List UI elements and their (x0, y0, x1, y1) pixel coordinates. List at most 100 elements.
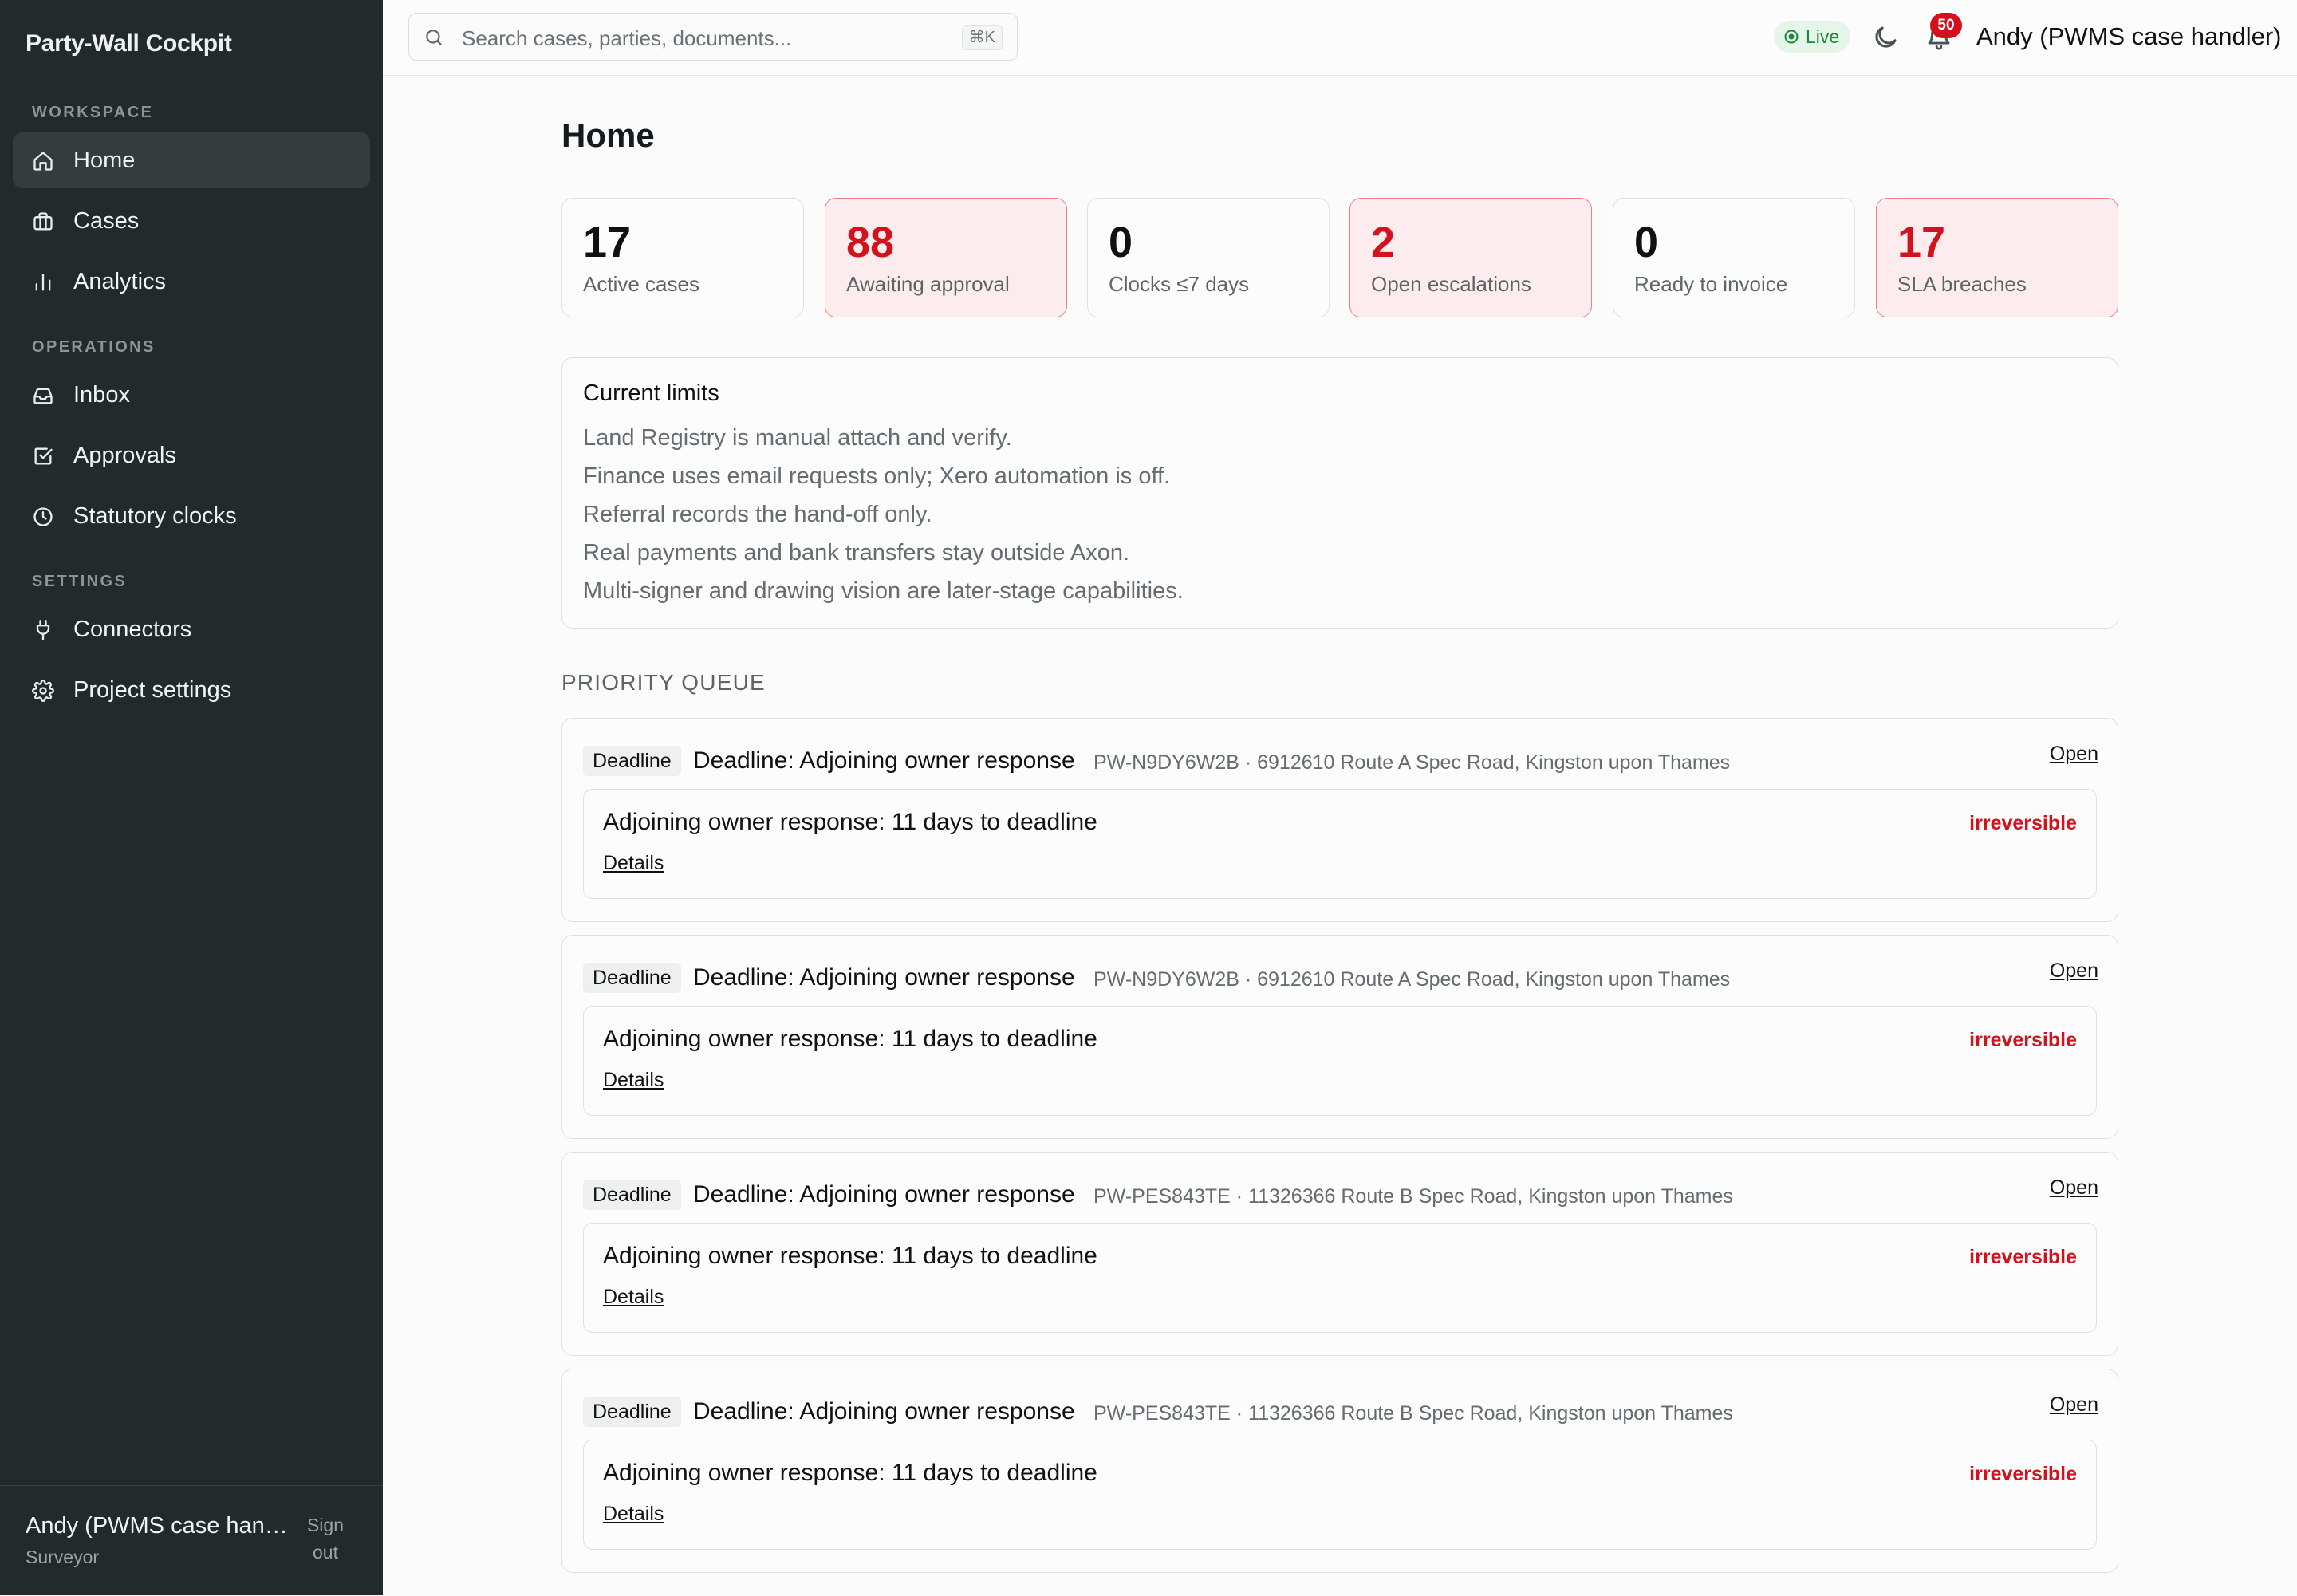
user-menu[interactable]: Andy (PWMS case handler) (1976, 22, 2281, 51)
stat-value: 88 (846, 219, 895, 266)
briefcase-icon (33, 212, 53, 231)
sidebar-item-label: Inbox (73, 381, 130, 408)
limit-line: Referral records the hand-off only. (583, 502, 932, 527)
check-square-icon (34, 447, 53, 465)
section-label-settings: SETTINGS (32, 573, 128, 590)
stat-label: SLA breaches (1897, 272, 2027, 296)
sidebar-item-analytics[interactable]: Analytics (13, 254, 370, 309)
inbox-icon (33, 388, 53, 404)
moon-icon[interactable] (1871, 23, 1900, 52)
sidebar-item-project-settings[interactable]: Project settings (13, 662, 370, 718)
queue-item-tag: Deadline (583, 746, 681, 776)
stat-label: Ready to invoice (1634, 272, 1788, 296)
sidebar-item-inbox[interactable]: Inbox (13, 367, 370, 423)
sign-out-button[interactable]: Sign out (297, 1511, 354, 1566)
app-brand: Party-Wall Cockpit (26, 30, 232, 57)
footer-user-name: Andy (PWMS case handler) (26, 1513, 289, 1539)
priority-queue-heading: PRIORITY QUEUE (561, 670, 766, 695)
gear-icon (32, 680, 54, 702)
queue-item: Deadline Deadline: Adjoining owner respo… (561, 718, 2118, 922)
sidebar: Party-Wall Cockpit WORKSPACE Home Cases … (0, 0, 383, 1595)
queue-item-details-link[interactable]: Details (603, 1503, 664, 1526)
stat-value: 0 (1634, 219, 1659, 266)
section-label-workspace: WORKSPACE (32, 104, 154, 121)
queue-item-details-link[interactable]: Details (603, 1069, 664, 1092)
limit-line: Multi-signer and drawing vision are late… (583, 578, 1184, 604)
limit-line: Real payments and bank transfers stay ou… (583, 540, 1130, 565)
queue-item-tag: Deadline (583, 1180, 681, 1210)
sidebar-item-label: Approvals (73, 442, 176, 468)
sidebar-item-label: Analytics (73, 268, 167, 294)
stat-card-open-escalations[interactable]: 2 Open escalations (1349, 198, 1592, 317)
search-placeholder: Search cases, parties, documents... (462, 26, 792, 50)
limits-title: Current limits (583, 380, 719, 406)
footer-user-role: Surveyor (26, 1547, 100, 1567)
queue-item: Deadline Deadline: Adjoining owner respo… (561, 1369, 2118, 1573)
stat-card-sla-breaches[interactable]: 17 SLA breaches (1876, 198, 2118, 317)
live-status-badge: Live (1774, 21, 1851, 53)
search-shortcut-badge: ⌘K (961, 25, 1003, 50)
stat-value: 17 (583, 219, 632, 266)
queue-item-text: Adjoining owner response: 11 days to dea… (603, 1243, 1097, 1269)
queue-item-title: Deadline: Adjoining owner response (693, 1181, 1075, 1208)
stat-label: Awaiting approval (846, 272, 1010, 296)
stat-card-awaiting-approval[interactable]: 88 Awaiting approval (825, 198, 1067, 317)
queue-item-tag: Deadline (583, 1397, 681, 1427)
irreversible-badge: irreversible (1969, 812, 2077, 834)
queue-item-open-link[interactable]: Open (2050, 1176, 2098, 1200)
stat-label: Open escalations (1371, 272, 1531, 296)
sidebar-item-label: Home (73, 147, 136, 173)
queue-item-open-link[interactable]: Open (2050, 1393, 2098, 1417)
queue-item-meta: PW-PES843TE · 11326366 Route B Spec Road… (1093, 1185, 1733, 1208)
live-status-label: Live (1806, 26, 1840, 47)
sidebar-item-label: Cases (73, 207, 140, 234)
queue-item-detail-box: Adjoining owner response: 11 days to dea… (583, 1440, 2097, 1550)
queue-item-text: Adjoining owner response: 11 days to dea… (603, 1460, 1097, 1486)
queue-item-meta: PW-N9DY6W2B · 6912610 Route A Spec Road,… (1093, 968, 1731, 991)
limit-line: Land Registry is manual attach and verif… (583, 425, 1012, 451)
search-input[interactable]: Search cases, parties, documents... ⌘K (408, 13, 1018, 61)
limit-line: Finance uses email requests only; Xero a… (583, 463, 1171, 489)
queue-item-detail-box: Adjoining owner response: 11 days to dea… (583, 1006, 2097, 1116)
stat-card-active-cases[interactable]: 17 Active cases (561, 198, 804, 317)
stat-card-ready-to-invoice[interactable]: 0 Ready to invoice (1613, 198, 1855, 317)
queue-item-details-link[interactable]: Details (603, 1286, 664, 1309)
queue-item-open-link[interactable]: Open (2050, 960, 2098, 983)
sidebar-item-label: Statutory clocks (73, 502, 237, 529)
stat-label: Active cases (583, 272, 699, 296)
irreversible-badge: irreversible (1969, 1029, 2077, 1051)
queue-item: Deadline Deadline: Adjoining owner respo… (561, 1152, 2118, 1356)
sidebar-footer: Andy (PWMS case handler) Surveyor Sign o… (0, 1485, 383, 1596)
current-limits-panel: Current limits Land Registry is manual a… (561, 357, 2118, 629)
stat-label: Clocks ≤7 days (1109, 272, 1250, 296)
stat-card-clocks[interactable]: 0 Clocks ≤7 days (1087, 198, 1330, 317)
queue-item-details-link[interactable]: Details (603, 852, 664, 875)
queue-item-title: Deadline: Adjoining owner response (693, 747, 1075, 774)
sidebar-item-connectors[interactable]: Connectors (13, 601, 370, 657)
sidebar-item-label: Project settings (73, 676, 232, 703)
sidebar-item-home[interactable]: Home (13, 132, 370, 188)
queue-item-text: Adjoining owner response: 11 days to dea… (603, 1026, 1097, 1052)
live-status-icon (1784, 30, 1799, 44)
notifications-button[interactable]: 50 (1925, 13, 1962, 54)
queue-item-meta: PW-N9DY6W2B · 6912610 Route A Spec Road,… (1093, 751, 1731, 774)
queue-item-detail-box: Adjoining owner response: 11 days to dea… (583, 789, 2097, 899)
queue-item-title: Deadline: Adjoining owner response (693, 1398, 1075, 1425)
plug-icon (36, 620, 50, 640)
irreversible-badge: irreversible (1969, 1246, 2077, 1268)
stat-value: 2 (1371, 219, 1396, 266)
queue-item-text: Adjoining owner response: 11 days to dea… (603, 809, 1097, 835)
page-title: Home (561, 116, 655, 154)
queue-item-title: Deadline: Adjoining owner response (693, 964, 1075, 991)
irreversible-badge: irreversible (1969, 1463, 2077, 1485)
stat-value: 0 (1109, 219, 1133, 266)
queue-item-open-link[interactable]: Open (2050, 743, 2098, 766)
sidebar-item-approvals[interactable]: Approvals (13, 428, 370, 483)
search-icon (426, 30, 442, 45)
sidebar-item-statutory-clocks[interactable]: Statutory clocks (13, 488, 370, 544)
home-icon (33, 152, 53, 171)
notification-count-badge: 50 (1930, 13, 1962, 38)
sidebar-item-cases[interactable]: Cases (13, 193, 370, 249)
queue-item-detail-box: Adjoining owner response: 11 days to dea… (583, 1223, 2097, 1333)
stat-value: 17 (1897, 219, 1946, 266)
